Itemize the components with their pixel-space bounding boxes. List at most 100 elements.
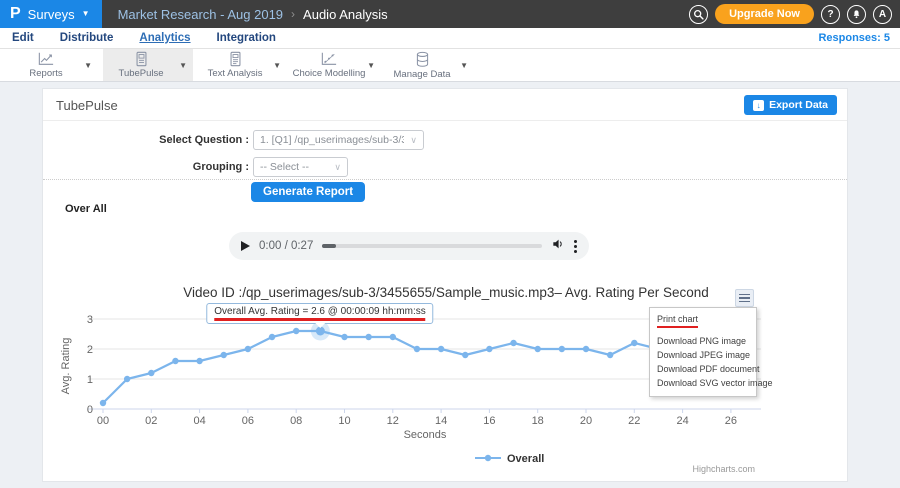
chart-title: Video ID :/qp_userimages/sub-3/3455655/S… xyxy=(43,285,849,300)
highcharts-credit[interactable]: Highcharts.com xyxy=(692,464,755,474)
y-tick-label: 2 xyxy=(87,344,93,356)
surveys-menu[interactable]: P Surveys ▼ xyxy=(0,0,102,28)
data-point[interactable] xyxy=(631,340,637,346)
breadcrumb: Market Research - Aug 2019 › Audio Analy… xyxy=(102,0,388,28)
data-point[interactable] xyxy=(124,376,130,382)
y-tick-label: 1 xyxy=(87,374,93,386)
menu-item-download-png-image[interactable]: Download PNG image xyxy=(650,334,756,348)
avatar[interactable]: A xyxy=(873,5,892,24)
x-tick-label: 22 xyxy=(628,415,640,427)
data-point[interactable] xyxy=(148,370,154,376)
grouping-label: Grouping : xyxy=(43,161,249,173)
y-tick-label: 0 xyxy=(87,404,93,416)
tool-tubepulse[interactable]: TubePulse▼ xyxy=(103,49,193,81)
data-point[interactable] xyxy=(221,352,227,358)
upgrade-now-button[interactable]: Upgrade Now xyxy=(715,4,814,24)
data-point[interactable] xyxy=(607,352,613,358)
chart-menu-button[interactable] xyxy=(735,289,754,307)
export-data-button[interactable]: ↓ Export Data xyxy=(744,95,837,115)
chevron-down-icon[interactable]: ▼ xyxy=(179,61,193,70)
audio-player: 0:00 / 0:27 xyxy=(229,232,589,260)
data-point[interactable] xyxy=(365,334,371,340)
select-question-dropdown[interactable]: 1. [Q1] /qp_userimages/sub-3/3455655/S..… xyxy=(253,130,424,150)
y-axis-title: Avg. Rating xyxy=(60,338,72,395)
responses-count[interactable]: Responses: 5 xyxy=(818,32,890,44)
nav-item-analytics[interactable]: Analytics xyxy=(139,32,190,44)
breadcrumb-separator-icon: › xyxy=(291,7,295,21)
grouping-dropdown[interactable]: -- Select -- ∨ xyxy=(253,157,348,177)
data-point[interactable] xyxy=(100,400,106,406)
chevron-down-icon[interactable]: ▼ xyxy=(460,61,474,70)
help-icon[interactable]: ? xyxy=(821,5,840,24)
data-point[interactable] xyxy=(390,334,396,340)
data-point[interactable] xyxy=(462,352,468,358)
volume-icon[interactable] xyxy=(551,237,565,256)
red-annotation-underline xyxy=(214,318,425,321)
grouping-value: -- Select -- xyxy=(260,161,328,173)
breadcrumb-current-page: Audio Analysis xyxy=(303,7,388,22)
audio-progress-bar[interactable] xyxy=(322,244,542,248)
nav-item-distribute[interactable]: Distribute xyxy=(60,32,114,44)
chevron-down-icon[interactable]: ▼ xyxy=(367,61,381,70)
chevron-down-icon: ▼ xyxy=(82,10,90,18)
data-point[interactable] xyxy=(269,334,275,340)
questionpro-logo: P xyxy=(10,6,21,22)
x-tick-label: 04 xyxy=(193,415,205,427)
tool-manage-data[interactable]: Manage Data▼ xyxy=(384,49,474,81)
data-point[interactable] xyxy=(559,346,565,352)
tool-label: Choice Modelling xyxy=(293,68,366,79)
data-point[interactable] xyxy=(438,346,444,352)
x-tick-label: 16 xyxy=(483,415,495,427)
x-tick-label: 12 xyxy=(387,415,399,427)
data-point[interactable] xyxy=(486,346,492,352)
play-icon[interactable] xyxy=(241,241,250,251)
project-nav: Edit Distribute Analytics Integration Respo… xyxy=(0,28,900,49)
x-tick-label: 20 xyxy=(580,415,592,427)
menu-item-print-chart[interactable]: Print chart xyxy=(650,312,756,325)
tool-label: Reports xyxy=(29,68,62,79)
document-icon xyxy=(228,51,243,67)
report-icon xyxy=(134,51,149,67)
x-tick-label: 10 xyxy=(338,415,350,427)
legend-item-overall[interactable]: Overall xyxy=(475,453,544,465)
breadcrumb-project[interactable]: Market Research - Aug 2019 xyxy=(118,7,283,22)
data-point[interactable] xyxy=(583,346,589,352)
notifications-bell-icon[interactable] xyxy=(847,5,866,24)
data-point[interactable] xyxy=(172,358,178,364)
x-tick-label: 24 xyxy=(676,415,688,427)
tool-label: Text Analysis xyxy=(208,68,263,79)
data-point[interactable] xyxy=(196,358,202,364)
chevron-down-icon: ∨ xyxy=(334,162,341,173)
legend-label: Overall xyxy=(507,453,544,465)
data-point[interactable] xyxy=(414,346,420,352)
tool-choice-modelling[interactable]: Choice Modelling▼ xyxy=(291,49,381,81)
top-header: P Surveys ▼ Market Research - Aug 2019 ›… xyxy=(0,0,900,28)
menu-item-download-svg-vector-image[interactable]: Download SVG vector image xyxy=(650,376,756,390)
nav-item-edit[interactable]: Edit xyxy=(12,32,34,44)
chevron-down-icon[interactable]: ▼ xyxy=(84,61,98,70)
data-point[interactable] xyxy=(293,328,299,334)
data-point[interactable] xyxy=(245,346,251,352)
search-icon[interactable] xyxy=(689,5,708,24)
x-axis-title: Seconds xyxy=(404,429,447,441)
tool-reports[interactable]: Reports ▼ xyxy=(8,49,98,81)
data-point[interactable] xyxy=(510,340,516,346)
tool-text-analysis[interactable]: Text Analysis ▼ xyxy=(197,49,287,81)
audio-progress-played xyxy=(322,244,336,248)
chevron-down-icon: ∨ xyxy=(410,135,417,146)
chart-tooltip-text: Overall Avg. Rating = 2.6 @ 00:00:09 hh:… xyxy=(214,306,425,317)
x-tick-label: 06 xyxy=(242,415,254,427)
audio-more-options-icon[interactable] xyxy=(574,240,577,253)
menu-item-download-pdf-document[interactable]: Download PDF document xyxy=(650,362,756,376)
menu-item-download-jpeg-image[interactable]: Download JPEG image xyxy=(650,348,756,362)
chevron-down-icon[interactable]: ▼ xyxy=(273,61,287,70)
x-tick-label: 02 xyxy=(145,415,157,427)
header-actions: Upgrade Now ? A xyxy=(689,0,892,28)
nav-item-integration[interactable]: Integration xyxy=(217,32,276,44)
y-tick-label: 3 xyxy=(87,314,93,326)
scatter-chart-icon xyxy=(320,51,338,67)
generate-report-button[interactable]: Generate Report xyxy=(251,182,365,202)
data-point[interactable] xyxy=(535,346,541,352)
data-point[interactable] xyxy=(341,334,347,340)
x-tick-label: 00 xyxy=(97,415,109,427)
